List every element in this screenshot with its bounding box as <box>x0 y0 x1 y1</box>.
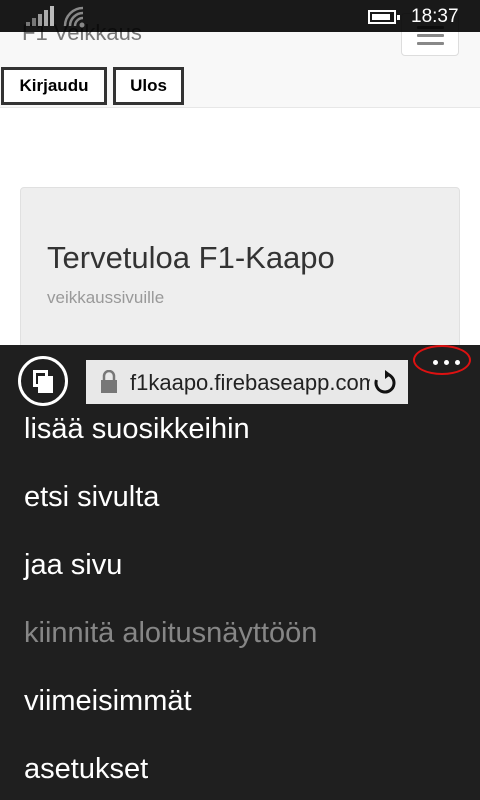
highlight-circle <box>413 345 471 375</box>
logout-button[interactable]: Ulos <box>113 67 184 105</box>
refresh-icon[interactable] <box>372 370 398 396</box>
welcome-panel: Tervetuloa F1-Kaapo veikkaussivuille <box>20 187 460 362</box>
menu-item-share-page[interactable]: jaa sivu <box>24 549 122 582</box>
signal-bar <box>32 18 36 26</box>
url-text[interactable]: f1kaapo.firebaseapp.com <box>130 370 370 396</box>
hamburger-line <box>417 34 444 37</box>
signal-bar <box>44 10 48 26</box>
menu-item-add-favorites[interactable]: lisää suosikkeihin <box>24 413 250 446</box>
status-bar: 18:37 <box>0 0 480 32</box>
battery-terminal <box>397 15 400 20</box>
wifi-icon <box>63 6 85 28</box>
signal-bar <box>50 6 54 26</box>
browser-menu: f1kaapo.firebaseapp.com lisää suosikkeih… <box>0 345 480 800</box>
signal-bar <box>38 14 42 26</box>
lock-icon <box>101 370 117 393</box>
welcome-subtitle: veikkaussivuille <box>47 288 165 307</box>
welcome-title: Tervetuloa F1-Kaapo <box>47 240 335 275</box>
login-button[interactable]: Kirjaudu <box>1 67 107 105</box>
signal-bar <box>26 22 30 26</box>
status-time: 18:37 <box>411 6 459 27</box>
menu-item-settings[interactable]: asetukset <box>24 753 148 786</box>
battery-icon <box>368 10 400 24</box>
phone-screen: F1 Veikkaus Kirjaudu Ulos Tervetuloa F1-… <box>0 0 480 800</box>
battery-level <box>372 14 390 20</box>
tabs-icon[interactable] <box>18 356 68 406</box>
menu-item-find-on-page[interactable]: etsi sivulta <box>24 481 159 514</box>
menu-item-pin-to-start: kiinnitä aloitusnäyttöön <box>24 617 318 649</box>
tabs-icon-front <box>38 376 53 393</box>
web-page: F1 Veikkaus Kirjaudu Ulos Tervetuloa F1-… <box>0 0 480 362</box>
hamburger-line <box>417 42 444 45</box>
address-bar[interactable]: f1kaapo.firebaseapp.com <box>86 360 408 404</box>
signal-strength-icon <box>26 6 56 26</box>
menu-item-recent[interactable]: viimeisimmät <box>24 685 192 718</box>
